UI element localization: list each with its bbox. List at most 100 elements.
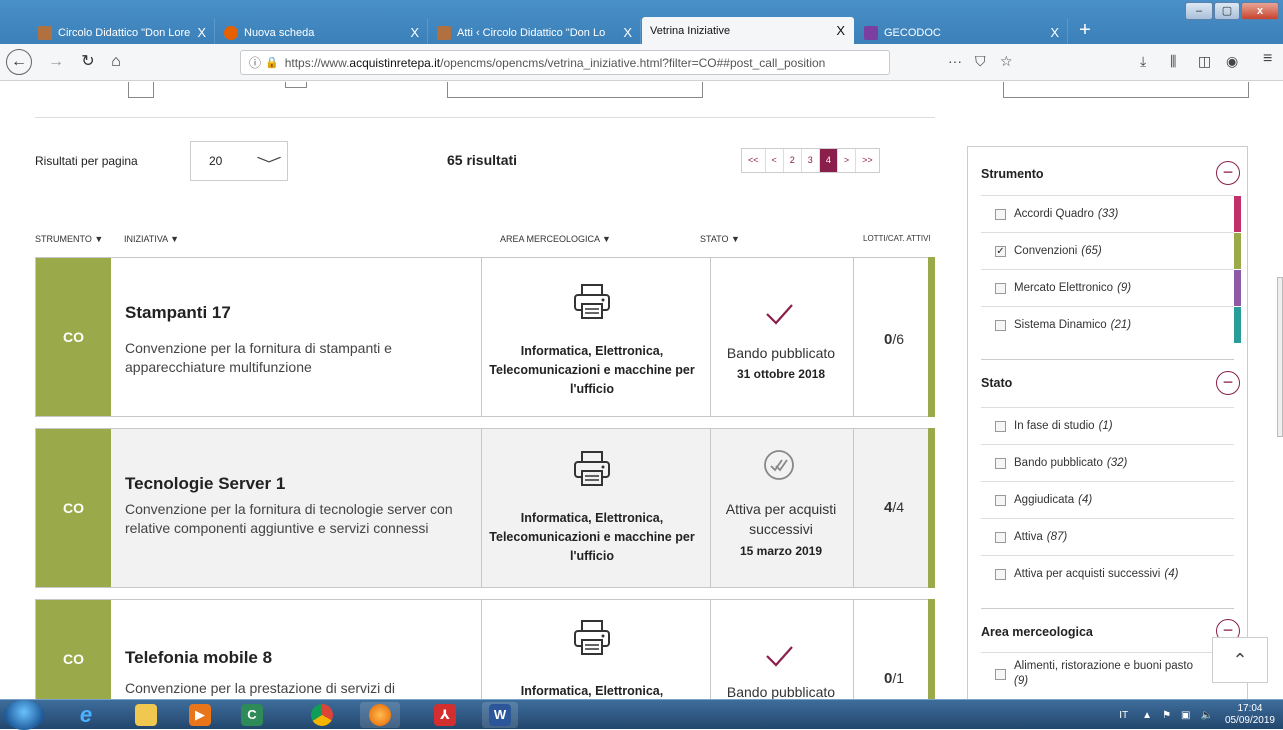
checkbox[interactable] [995,531,1006,543]
tab-gecodoc[interactable]: GECODOC X [856,19,1068,46]
forward-icon[interactable]: → [44,51,68,75]
collapse-stato-button[interactable]: − [1216,371,1240,395]
start-button[interactable] [4,700,44,730]
info-icon[interactable]: ⓘ [249,54,261,71]
filter-attiva-acquisti-successivi[interactable]: Attiva per acquisti successivi (4) [981,555,1234,592]
home-icon[interactable]: ⌂ [104,51,128,75]
filter-field-edge[interactable] [1003,82,1249,98]
firefox-icon[interactable] [360,702,400,728]
filter-in-fase-di-studio[interactable]: In fase di studio (1) [981,407,1234,444]
tab-close-icon[interactable]: X [836,23,845,38]
filter-alimenti[interactable]: Alimenti, ristorazione e buoni pasto (9) [981,652,1234,697]
filter-convenzioni[interactable]: ✓ Convenzioni (65) [981,232,1241,269]
word-icon[interactable]: W [482,702,518,728]
clock[interactable]: 17:04 05/09/2019 [1225,703,1275,727]
page-last[interactable]: >> [856,149,879,172]
filter-count: (4) [1164,568,1179,580]
tab-close-icon[interactable]: X [410,25,419,40]
url-path: /opencms/opencms/vetrina_iniziative.html… [440,55,826,70]
tab-close-icon[interactable]: X [1050,25,1059,40]
page-4-current[interactable]: 4 [819,149,838,172]
media-player-icon[interactable]: ▶ [180,702,220,728]
column-stato[interactable]: STATO ▼ [700,234,740,244]
tab-close-icon[interactable]: X [197,25,206,40]
result-card[interactable]: CO Telefonia mobile 8 Convenzione per la… [35,599,935,699]
scrollbar-thumb[interactable] [1277,277,1283,437]
library-icon[interactable]: ⫼ [1170,53,1176,70]
column-strumento[interactable]: STRUMENTO ▼ [35,234,103,244]
pocket-icon[interactable]: ⛉ [975,53,986,70]
filter-bando-pubblicato[interactable]: Bando pubblicato (32) [981,444,1234,481]
checkbox[interactable] [995,494,1006,506]
initiative-description: Convenzione per la prestazione di serviz… [125,680,396,696]
maximize-button[interactable]: ▢ [1214,2,1240,20]
checkbox[interactable] [995,457,1006,469]
page-first[interactable]: << [742,149,766,172]
checkbox[interactable] [995,319,1006,331]
acrobat-icon[interactable]: ⅄ [425,702,465,728]
collapse-strumento-button[interactable]: − [1216,161,1240,185]
volume-icon[interactable]: 🔈 [1200,710,1212,721]
bookmark-star-icon[interactable]: ☆ [1000,53,1013,70]
checkbox[interactable] [995,208,1006,220]
filter-count: (65) [1081,245,1102,257]
chrome-icon[interactable] [302,702,342,728]
results-per-page-select[interactable]: 20 ﹀ [190,141,288,181]
filter-count: (4) [1078,494,1093,506]
filter-attiva[interactable]: Attiva (87) [981,518,1234,555]
list-view-icon[interactable] [285,82,307,88]
flag-icon[interactable]: ⚑ [1162,710,1171,721]
initiative-title[interactable]: Tecnologie Server 1 [125,474,285,494]
account-icon[interactable]: ◉ [1226,53,1238,70]
tab-close-icon[interactable]: X [623,25,632,40]
result-card[interactable]: CO Tecnologie Server 1 Convenzione per l… [35,428,935,588]
show-hidden-icons-icon[interactable]: ▲ [1142,710,1152,721]
filter-accordi-quadro[interactable]: Accordi Quadro (33) [981,195,1241,232]
lotti-total: /1 [892,670,905,686]
tab-atti[interactable]: Atti ‹ Circolo Didattico "Don Lo X [429,19,641,46]
tab-nuova-scheda[interactable]: Nuova scheda X [216,19,428,46]
minimize-button[interactable]: – [1185,2,1213,20]
checkbox[interactable] [995,568,1006,580]
clock-date: 05/09/2019 [1224,715,1275,726]
ie-icon[interactable]: e [66,702,106,728]
checkbox-checked[interactable]: ✓ [995,245,1006,257]
tab-vetrina-iniziative[interactable]: Vetrina Iniziative X [642,17,854,44]
page-3[interactable]: 3 [802,149,820,172]
initiative-title[interactable]: Telefonia mobile 8 [125,648,272,668]
column-iniziativa[interactable]: INIZIATIVA ▼ [124,234,179,244]
network-icon[interactable]: ▣ [1181,710,1190,721]
page-actions-icon[interactable]: ··· [948,53,962,69]
filter-sistema-dinamico[interactable]: Sistema Dinamico (21) [981,306,1241,343]
new-tab-button[interactable]: + [1074,20,1096,42]
explorer-icon[interactable] [126,702,166,728]
filter-count: (32) [1106,457,1128,469]
initiative-title[interactable]: Stampanti 17 [125,303,231,323]
language-indicator[interactable]: IT [1119,710,1128,721]
lock-icon[interactable]: 🔒 [265,56,279,69]
page-prev[interactable]: < [766,149,784,172]
menu-icon[interactable]: ≡ [1263,50,1272,68]
checkbox[interactable] [995,282,1006,294]
reload-icon[interactable]: ↻ [76,51,100,75]
search-field-edge[interactable] [447,82,703,98]
camtasia-icon[interactable]: C [232,702,272,728]
checkbox[interactable] [995,420,1006,432]
tab-circolo[interactable]: Circolo Didattico "Don Lorenzo X [30,19,215,46]
page-next[interactable]: > [838,149,857,172]
filter-aggiudicata[interactable]: Aggiudicata (4) [981,481,1234,518]
checkbox[interactable] [995,669,1006,680]
url-bar[interactable]: ⓘ 🔒 https://www. acquistinretepa.it/openc… [240,50,890,75]
filter-mercato-elettronico[interactable]: Mercato Elettronico (9) [981,269,1241,306]
back-icon[interactable]: ← [6,49,32,75]
column-area[interactable]: AREA MERCEOLOGICA ▼ [500,234,611,244]
result-card[interactable]: CO Stampanti 17 Convenzione per la forni… [35,257,935,417]
grid-view-icon[interactable] [128,82,154,98]
filter-label: Attiva per acquisti successivi [1014,568,1161,580]
window-close-button[interactable]: x [1241,2,1279,20]
scroll-to-top-button[interactable]: ⌃ [1212,637,1268,683]
downloads-icon[interactable]: ⤓ [1140,53,1146,70]
sidebar-icon[interactable]: ◫ [1198,53,1211,70]
page-2[interactable]: 2 [784,149,802,172]
color-swatch [1234,233,1241,269]
